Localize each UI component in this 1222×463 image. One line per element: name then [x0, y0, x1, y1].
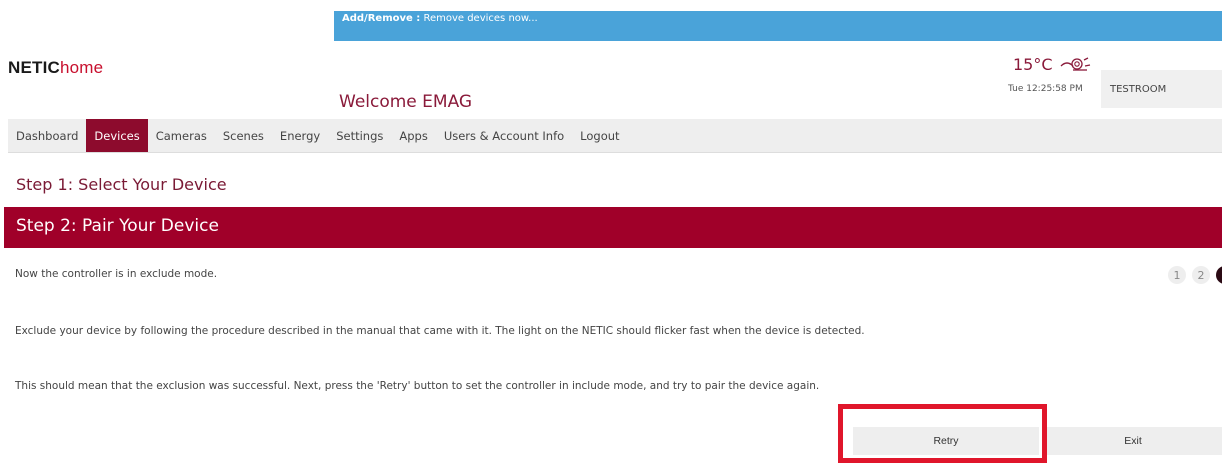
nav-item-users-account[interactable]: Users & Account Info [436, 119, 572, 152]
nav-item-cameras[interactable]: Cameras [148, 119, 215, 152]
instruction-line-1: Now the controller is in exclude mode. [15, 268, 218, 280]
clock: Tue 12:25:58 PM [1008, 84, 1083, 94]
exit-button[interactable]: Exit [1044, 427, 1222, 455]
temperature: 15°C [1013, 55, 1053, 74]
page-3[interactable]: 3 [1216, 266, 1222, 284]
nav-item-dashboard[interactable]: Dashboard [8, 119, 86, 152]
room-selector[interactable]: TESTROOM [1101, 70, 1222, 108]
notification-message: Remove devices now... [423, 13, 538, 24]
main-nav: Dashboard Devices Cameras Scenes Energy … [8, 119, 1222, 153]
nav-item-apps[interactable]: Apps [391, 119, 435, 152]
page-2[interactable]: 2 [1192, 266, 1210, 284]
notification-label: Add/Remove : [342, 13, 421, 24]
nav-item-energy[interactable]: Energy [272, 119, 328, 152]
nav-item-devices[interactable]: Devices [86, 119, 148, 152]
weather-widget: 15°C [1013, 55, 1093, 74]
retry-highlight-box [838, 404, 1047, 463]
nav-item-settings[interactable]: Settings [328, 119, 391, 152]
brand-logo[interactable]: NETIChome [8, 58, 103, 78]
step-pager: 1 2 3 [1168, 266, 1222, 284]
nav-item-scenes[interactable]: Scenes [215, 119, 272, 152]
instruction-line-3: This should mean that the exclusion was … [15, 380, 820, 392]
step-2-heading: Step 2: Pair Your Device [4, 207, 1222, 248]
brand-name-bold: NETIC [8, 58, 60, 77]
notification-bar: Add/Remove : Remove devices now... [334, 11, 1222, 41]
step-1-heading[interactable]: Step 1: Select Your Device [16, 175, 227, 194]
nav-item-logout[interactable]: Logout [572, 119, 627, 152]
instruction-line-2: Exclude your device by following the pro… [15, 325, 865, 337]
welcome-text: Welcome EMAG [339, 92, 473, 112]
page-1[interactable]: 1 [1168, 266, 1186, 284]
wind-icon [1059, 56, 1093, 74]
brand-name-light: home [60, 58, 104, 77]
